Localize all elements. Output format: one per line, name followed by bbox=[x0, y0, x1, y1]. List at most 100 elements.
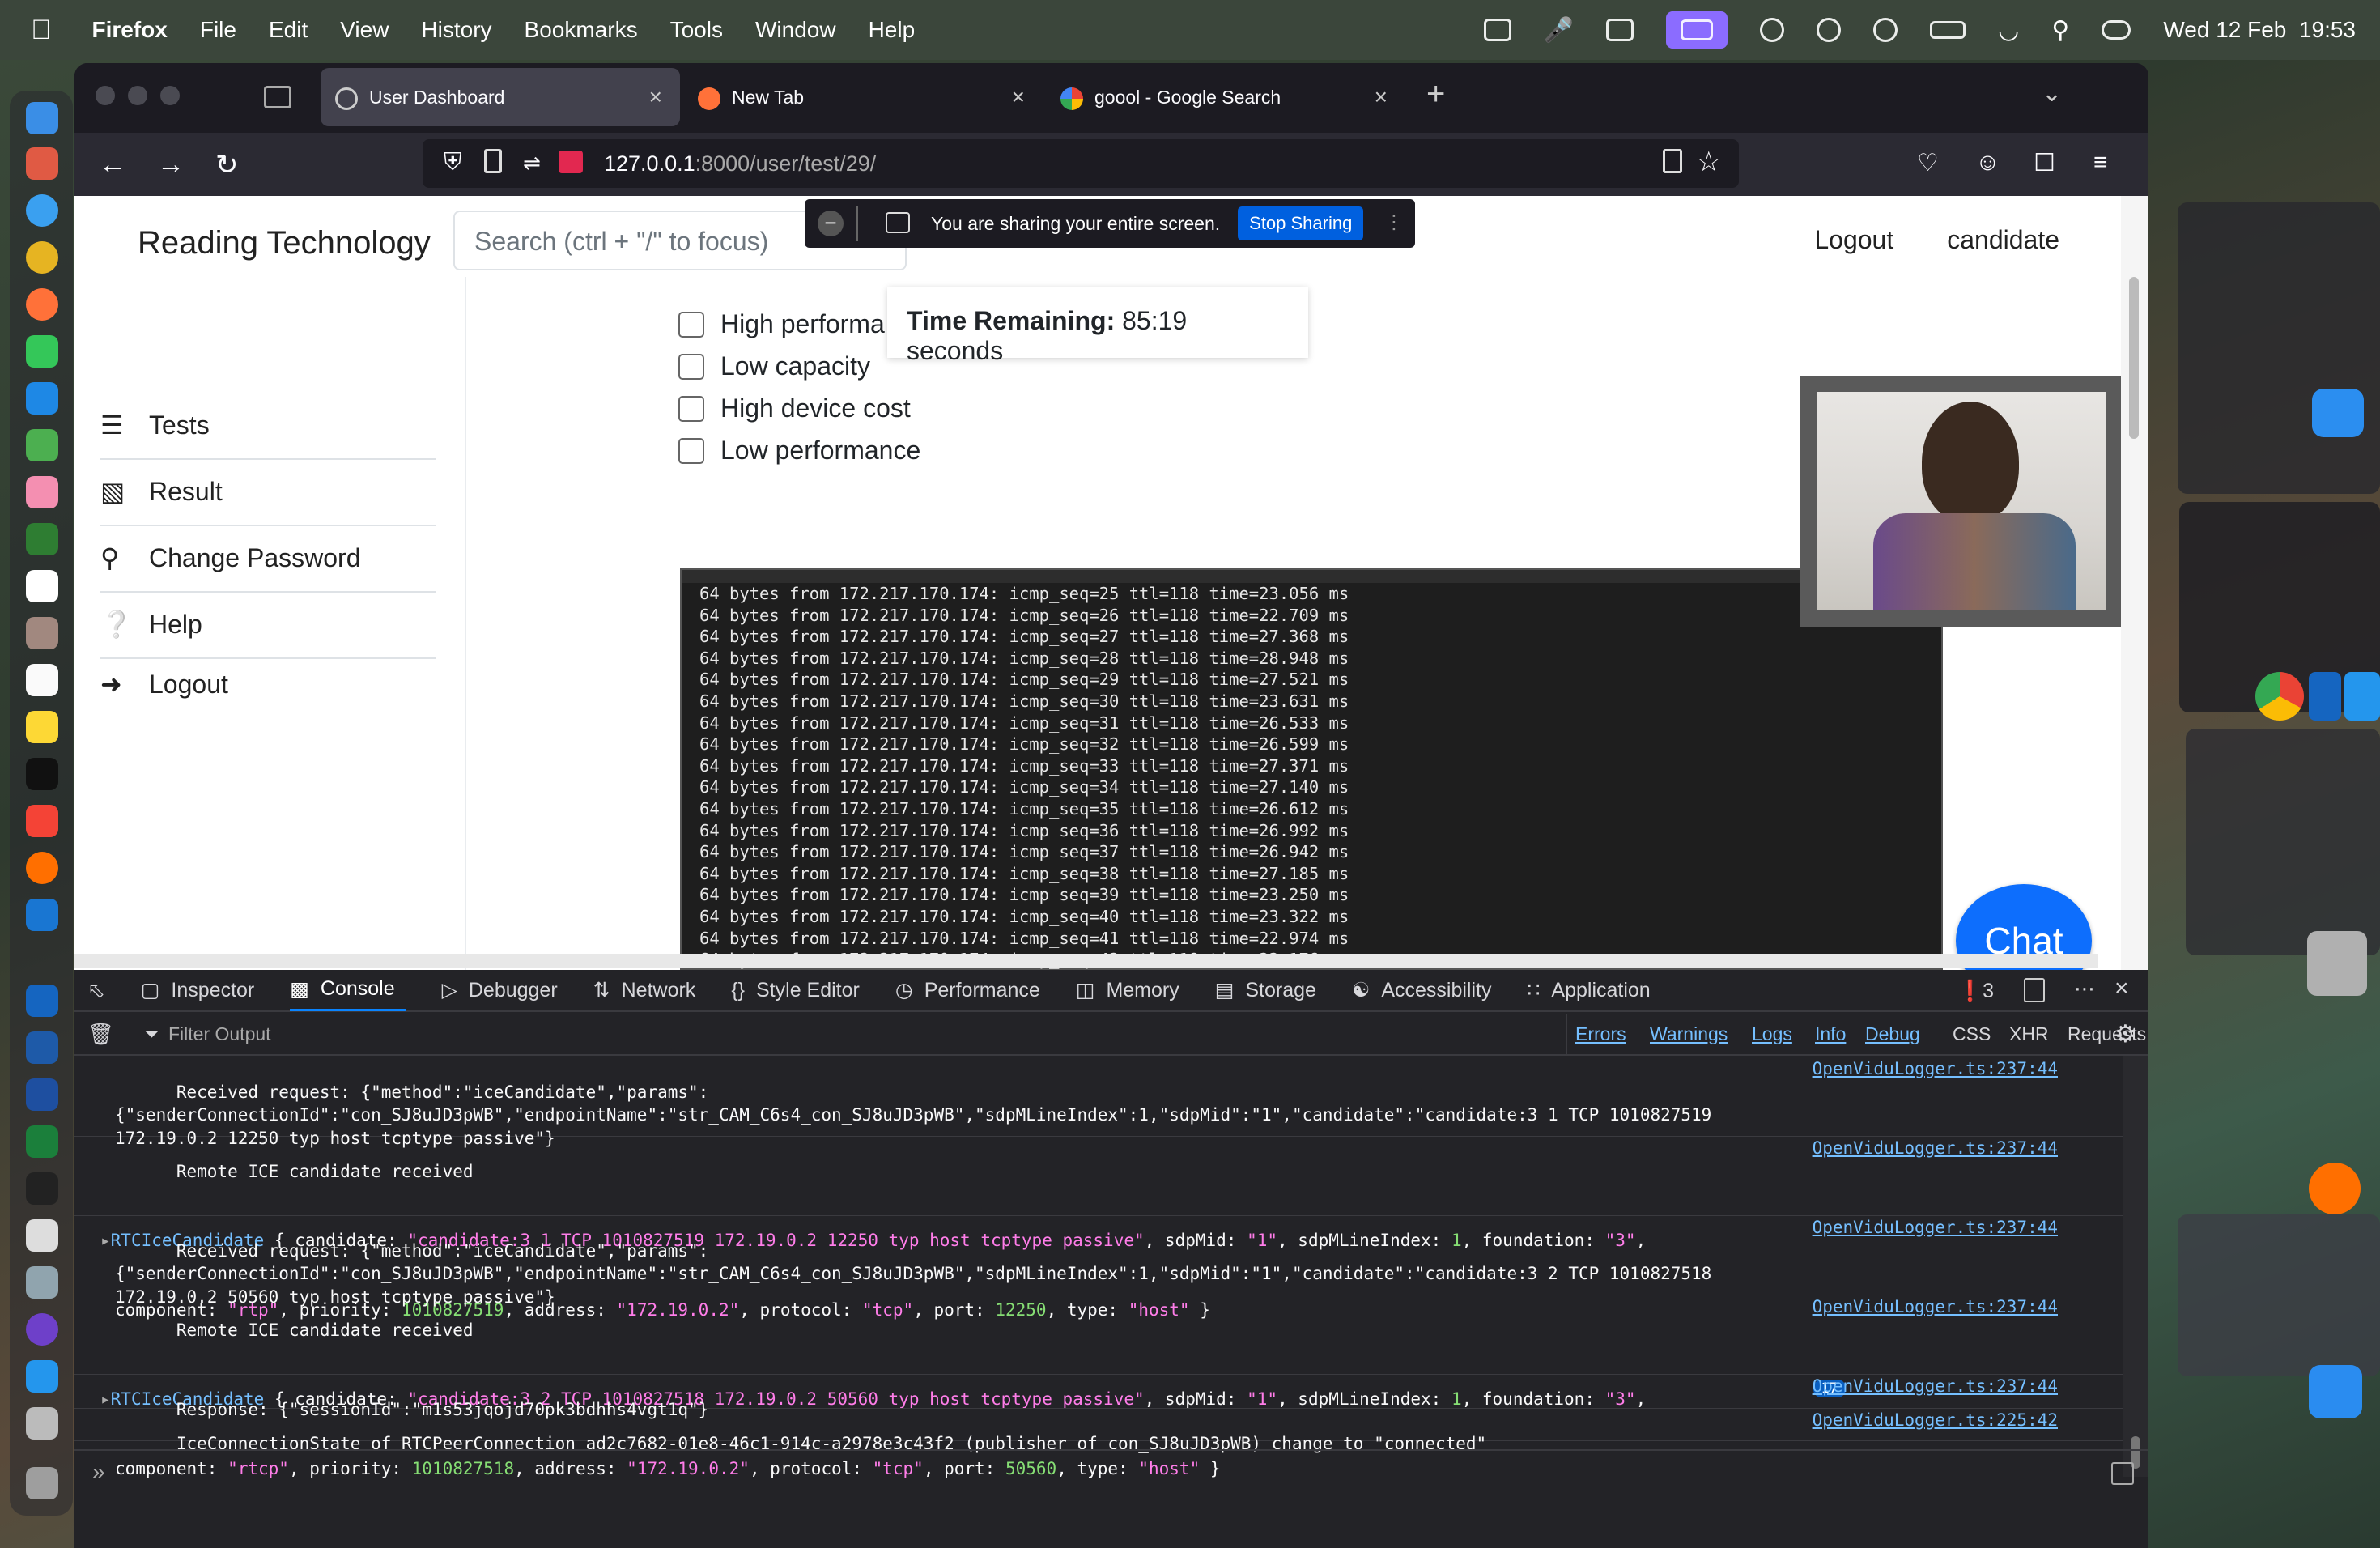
close-window-button[interactable] bbox=[96, 86, 115, 105]
menu-window[interactable]: Window bbox=[755, 17, 836, 43]
minimize-window-button[interactable] bbox=[128, 86, 147, 105]
close-tab-icon[interactable]: × bbox=[1375, 84, 1388, 110]
chrome-icon[interactable] bbox=[26, 241, 58, 274]
tab-google-search[interactable]: goool - Google Search × bbox=[1046, 68, 1405, 126]
menu-history[interactable]: History bbox=[421, 17, 491, 43]
scrollbar-thumb[interactable] bbox=[2129, 277, 2139, 439]
source-link[interactable]: OpenViduLogger.ts:237:44 bbox=[1813, 1137, 2058, 1160]
system-info-icon[interactable] bbox=[26, 1266, 58, 1299]
background-window[interactable] bbox=[2178, 202, 2380, 494]
menu-view[interactable]: View bbox=[340, 17, 389, 43]
battery-icon[interactable] bbox=[1930, 21, 1966, 39]
disk-icon[interactable] bbox=[26, 1407, 58, 1440]
facetime-icon[interactable] bbox=[26, 523, 58, 555]
console-message[interactable]: Response: {"sessionId":"m1s53jqojd70pk3b… bbox=[74, 1375, 2123, 1419]
clock[interactable]: Wed 12 Feb 19:53 bbox=[2163, 17, 2356, 43]
weather-icon[interactable] bbox=[1760, 18, 1785, 42]
play-icon[interactable] bbox=[1873, 18, 1898, 42]
extensions-icon[interactable]: ☐ bbox=[2034, 149, 2055, 177]
source-link[interactable]: OpenViduLogger.ts:237:44 bbox=[1813, 1295, 2058, 1319]
filter-errors[interactable]: Errors bbox=[1575, 1023, 1626, 1045]
filter-debug[interactable]: Debug bbox=[1865, 1023, 1920, 1045]
filter-info[interactable]: Info bbox=[1815, 1023, 1846, 1045]
mail-icon[interactable] bbox=[26, 382, 58, 415]
tab-inspector[interactable]: ▢ Inspector bbox=[141, 978, 254, 1002]
launchpad-icon[interactable] bbox=[26, 147, 58, 180]
console-scrollbar[interactable] bbox=[2123, 1056, 2148, 1477]
tab-user-dashboard[interactable]: User Dashboard × bbox=[321, 68, 680, 126]
audible-app-icon[interactable] bbox=[2309, 1163, 2361, 1214]
source-link[interactable]: OpenViduLogger.ts:225:42 bbox=[1813, 1409, 2058, 1432]
answer-option[interactable]: High performa bbox=[678, 309, 885, 339]
tab-overview-icon[interactable] bbox=[264, 86, 291, 108]
drag-handle-icon[interactable]: ⋮ bbox=[1384, 211, 1404, 234]
checkbox[interactable] bbox=[678, 395, 704, 422]
wifi-icon[interactable]: ◡ bbox=[1998, 16, 2019, 45]
screen-mirroring-icon[interactable] bbox=[1666, 11, 1728, 49]
reload-icon[interactable]: ↻ bbox=[215, 149, 239, 181]
screen-share-icon[interactable] bbox=[1483, 19, 1511, 41]
terminal-icon[interactable] bbox=[26, 1172, 58, 1205]
bookmark-star-icon[interactable]: ☆ bbox=[1697, 146, 1721, 178]
safari-icon[interactable] bbox=[26, 194, 58, 227]
checkbox[interactable] bbox=[678, 311, 704, 338]
menu-tools[interactable]: Tools bbox=[670, 17, 723, 43]
filter-logs[interactable]: Logs bbox=[1752, 1023, 1792, 1045]
background-window[interactable] bbox=[2178, 1214, 2380, 1376]
forward-icon[interactable]: → bbox=[157, 149, 185, 181]
sharing-indicator-icon[interactable] bbox=[559, 151, 583, 173]
tab-storage[interactable]: ▤ Storage bbox=[1215, 978, 1316, 1002]
tab-console[interactable]: ▩ Console bbox=[290, 969, 406, 1011]
permissions-icon[interactable]: ⇌ bbox=[523, 151, 541, 176]
apple-menu-icon[interactable]:  bbox=[31, 15, 52, 46]
console-input[interactable]: » bbox=[74, 1449, 2148, 1498]
hamburger-menu-icon[interactable]: ≡ bbox=[2093, 149, 2108, 176]
more-options-icon[interactable]: ⋯ bbox=[2074, 976, 2095, 1002]
filter-css[interactable]: CSS bbox=[1953, 1023, 1991, 1045]
source-link[interactable]: OpenViduLogger.ts:237:44 bbox=[1813, 1057, 2058, 1081]
pocket-icon[interactable]: ♡ bbox=[1917, 149, 1939, 177]
preview-icon[interactable] bbox=[26, 1219, 58, 1252]
word-icon[interactable] bbox=[26, 1078, 58, 1111]
search-icon[interactable]: ⚲ bbox=[2051, 16, 2069, 45]
new-tab-button[interactable]: + bbox=[1426, 76, 1445, 113]
finder-app-icon[interactable] bbox=[2309, 1365, 2362, 1418]
filter-warnings[interactable]: Warnings bbox=[1650, 1023, 1728, 1045]
error-count[interactable]: ❗3 bbox=[1957, 980, 1994, 1003]
sidebar-item-logout[interactable]: ➜ Logout bbox=[100, 669, 436, 700]
tab-network[interactable]: ⇅ Network bbox=[593, 978, 696, 1002]
tab-performance[interactable]: ◷ Performance bbox=[895, 978, 1040, 1002]
zoom-window-button[interactable] bbox=[160, 86, 180, 105]
list-tabs-chevron-icon[interactable]: ⌄ bbox=[2042, 79, 2062, 108]
url-bar[interactable]: ⛨ ⇌ 127.0.0.1:8000/user/test/29/ ☆ bbox=[423, 139, 1739, 188]
tab-style-editor[interactable]: {} Style Editor bbox=[731, 979, 860, 1002]
background-window[interactable] bbox=[2186, 729, 2380, 955]
disk-utility-icon[interactable] bbox=[2307, 931, 2367, 996]
headphones-icon[interactable] bbox=[1817, 18, 1842, 42]
element-picker-icon[interactable]: ⬁ bbox=[87, 978, 105, 1003]
console-message[interactable]: Remote ICE candidate received OpenViduLo… bbox=[74, 1295, 2123, 1478]
console-message[interactable]: IceConnectionState of RTCPeerConnection … bbox=[74, 1409, 2123, 1453]
github-desktop-icon[interactable] bbox=[26, 1313, 58, 1346]
excel-icon[interactable] bbox=[26, 1125, 58, 1158]
tab-application[interactable]: ∷ Application bbox=[1528, 978, 1651, 1002]
back-icon[interactable]: ← bbox=[99, 149, 126, 181]
shield-icon[interactable]: ⛨ bbox=[444, 149, 462, 176]
settings-gear-icon[interactable]: ⚙ bbox=[2114, 1020, 2136, 1048]
menu-bookmarks[interactable]: Bookmarks bbox=[525, 17, 638, 43]
docker-icon[interactable] bbox=[26, 1360, 58, 1393]
page-icon[interactable] bbox=[484, 149, 502, 173]
answer-option[interactable]: Low performance bbox=[678, 436, 920, 466]
music-icon[interactable] bbox=[26, 805, 58, 837]
filter-input[interactable]: Filter Output bbox=[168, 1023, 271, 1045]
nav-user-link[interactable]: candidate bbox=[1947, 225, 2059, 255]
minimize-icon[interactable]: − bbox=[818, 211, 844, 236]
sidebar-item-result[interactable]: ▧ Result bbox=[100, 476, 436, 507]
tab-new-tab[interactable]: New Tab × bbox=[683, 68, 1043, 126]
maps-icon[interactable] bbox=[26, 429, 58, 461]
vscode-icon[interactable] bbox=[26, 985, 58, 1017]
source-link[interactable]: OpenViduLogger.ts:237:44 bbox=[1813, 1375, 2058, 1398]
sidebar-item-change-password[interactable]: ⚲ Change Password bbox=[100, 542, 436, 573]
horizontal-scrollbar[interactable] bbox=[74, 954, 2098, 968]
trash-icon[interactable] bbox=[26, 1467, 58, 1499]
